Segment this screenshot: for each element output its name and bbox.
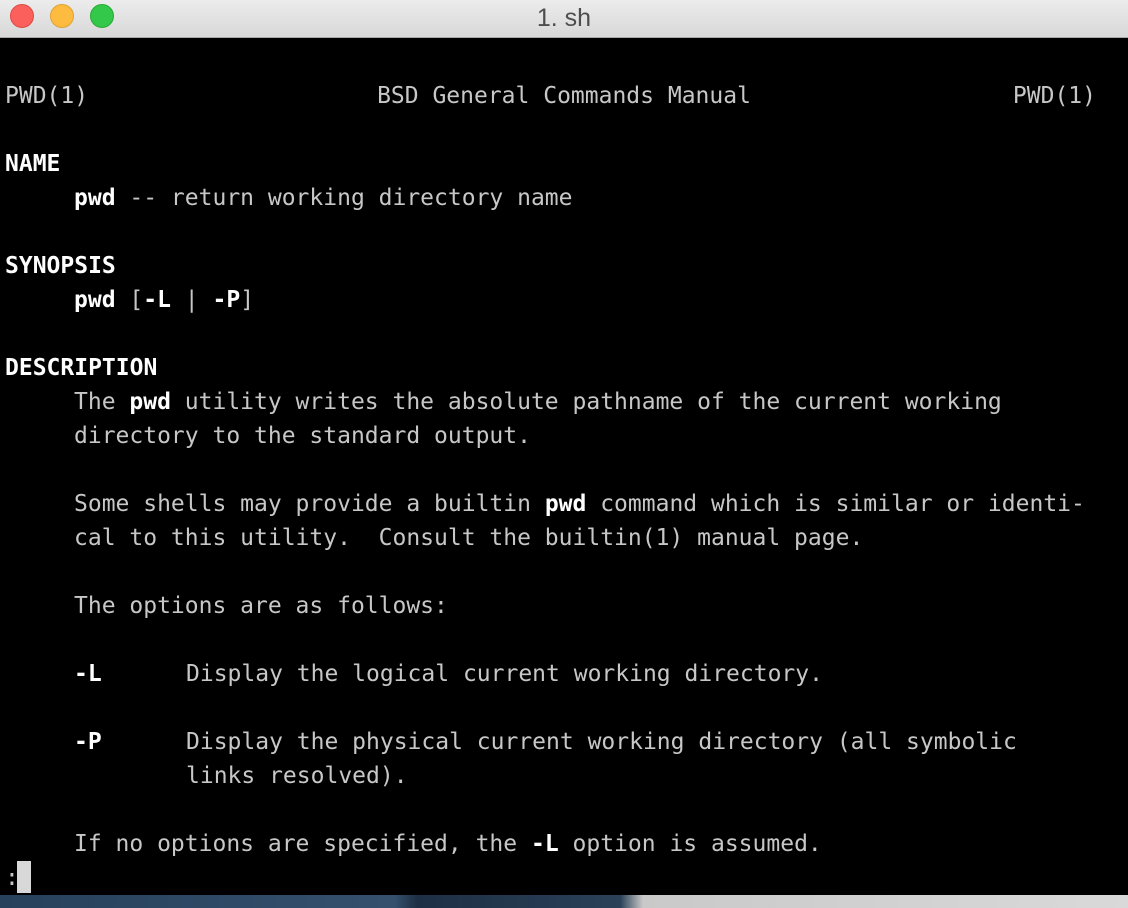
name-description: -- return working directory name: [115, 185, 573, 211]
description-text: utility writes the absolute pathname of …: [170, 389, 1002, 415]
description-p2-line2: cal to this utility. Consult the builtin…: [74, 525, 864, 551]
option-p-description-line1: Display the physical current working dir…: [186, 729, 1017, 755]
synopsis-line: pwd [-L | -P]: [74, 283, 254, 317]
synopsis-option-p: -P: [212, 287, 241, 313]
section-heading-synopsis: SYNOPSIS: [5, 253, 116, 279]
inline-command: pwd: [129, 389, 171, 415]
description-p3: The options are as follows:: [74, 593, 448, 619]
name-line: pwd -- return working directory name: [74, 181, 573, 215]
description-p4: If no options are specified, the -L opti…: [74, 827, 822, 861]
option-p-description-line2: links resolved).: [186, 763, 408, 789]
synopsis-command: pwd: [74, 287, 116, 313]
option-l-description: Display the logical current working dire…: [186, 661, 823, 687]
description-text: If no options are specified, the: [74, 831, 531, 857]
description-text: command which is similar or identi-: [586, 491, 1085, 517]
desktop-background: [0, 895, 1128, 908]
man-header-center: BSD General Commands Manual: [377, 83, 751, 109]
man-header-right: PWD(1): [1012, 83, 1096, 109]
description-text: Some shells may provide a builtin: [74, 491, 545, 517]
option-l-flag: -L: [74, 661, 102, 687]
terminal-content[interactable]: PWD(1) BSD General Commands Manual PWD(1…: [0, 39, 1128, 895]
description-text: The: [74, 389, 130, 415]
window-title: 1. sh: [536, 4, 592, 32]
option-p-flag: -P: [74, 729, 102, 755]
command-name: pwd: [74, 185, 116, 211]
title-bar[interactable]: 1. sh: [0, 0, 1128, 38]
description-p2-line1: Some shells may provide a builtin pwd co…: [74, 487, 1085, 521]
description-text: option is assumed.: [558, 831, 822, 857]
synopsis-option-l: -L: [143, 287, 171, 313]
section-heading-name: NAME: [5, 151, 61, 177]
synopsis-close-bracket: ]: [240, 287, 255, 313]
description-p1-line2: directory to the standard output.: [74, 423, 531, 449]
section-heading-description: DESCRIPTION: [5, 355, 158, 381]
inline-command: pwd: [544, 491, 587, 517]
text-cursor: [17, 861, 31, 893]
inline-option: -L: [530, 831, 559, 857]
description-p1-line1: The pwd utility writes the absolute path…: [74, 385, 1002, 419]
terminal-window: 1. sh PWD(1) BSD General Commands Manual…: [0, 0, 1128, 895]
synopsis-pipe: |: [170, 287, 213, 313]
synopsis-open-bracket: [: [115, 287, 144, 313]
